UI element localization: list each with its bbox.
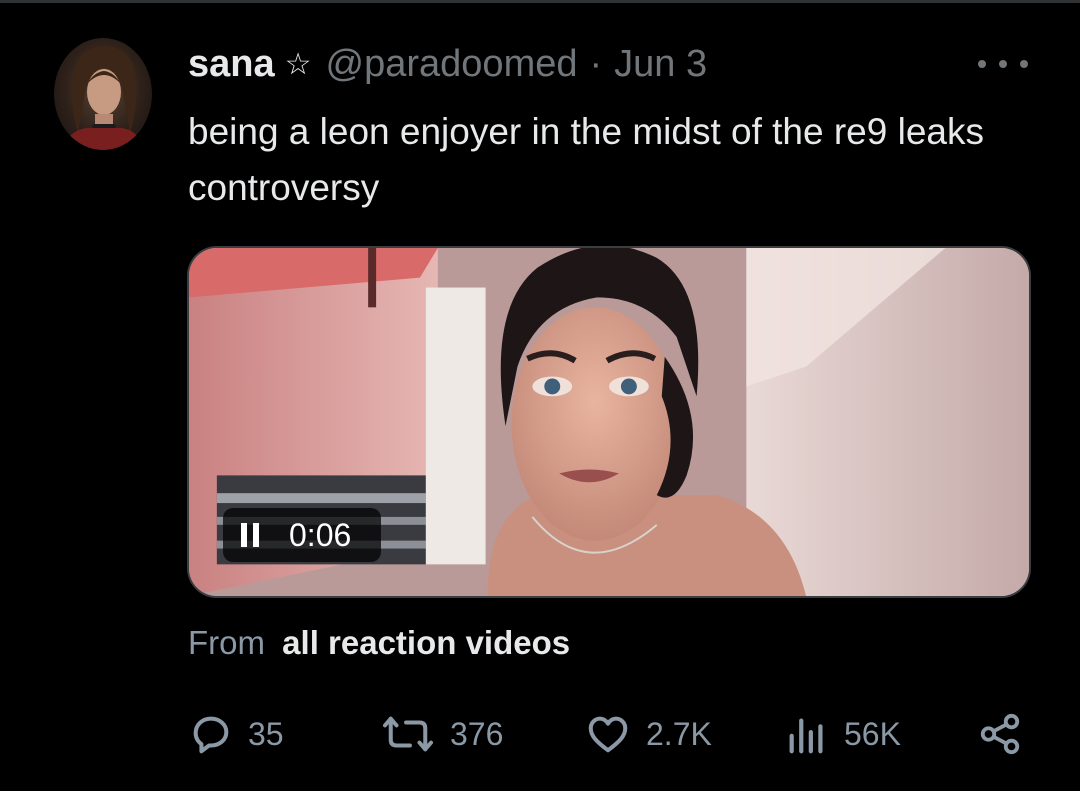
user-handle[interactable]: @paradoomed (326, 43, 578, 86)
views-icon (789, 718, 823, 754)
media-attribution: From all reaction videos (188, 624, 570, 662)
video-timecode[interactable]: 0:06 (223, 508, 381, 562)
more-options-button[interactable] (978, 56, 1028, 72)
reply-count: 35 (248, 715, 284, 752)
like-count: 2.7K (646, 715, 712, 752)
timecode-text: 0:06 (289, 516, 352, 553)
reply-icon (193, 716, 229, 754)
attribution-prefix: From (188, 624, 265, 661)
heart-icon (588, 716, 628, 753)
repost-count: 376 (450, 715, 504, 752)
display-name[interactable]: sana (188, 43, 275, 86)
views-button[interactable]: 56K (784, 708, 901, 760)
like-button[interactable]: 2.7K (584, 708, 712, 760)
tweet-date[interactable]: Jun 3 (614, 43, 707, 86)
tweet-header: sana ☆ @paradoomed · Jun 3 (188, 40, 707, 88)
pause-icon (241, 523, 259, 547)
attribution-source-link[interactable]: all reaction videos (282, 624, 570, 661)
top-divider (0, 0, 1080, 3)
more-horizontal-icon (978, 60, 986, 68)
avatar[interactable] (54, 38, 152, 150)
more-horizontal-icon (1020, 60, 1028, 68)
share-button[interactable] (976, 708, 1024, 760)
repost-icon (382, 716, 434, 752)
repost-button[interactable]: 376 (380, 708, 503, 760)
star-icon: ☆ (284, 47, 312, 81)
views-count: 56K (844, 715, 901, 752)
reply-button[interactable]: 35 (188, 708, 284, 760)
tweet-text: being a leon enjoyer in the midst of the… (188, 111, 984, 208)
share-icon (980, 713, 1020, 755)
video-player[interactable]: 0:06 (187, 246, 1031, 598)
avatar-image (62, 46, 144, 150)
more-horizontal-icon (999, 60, 1007, 68)
separator-dot: · (589, 42, 603, 85)
